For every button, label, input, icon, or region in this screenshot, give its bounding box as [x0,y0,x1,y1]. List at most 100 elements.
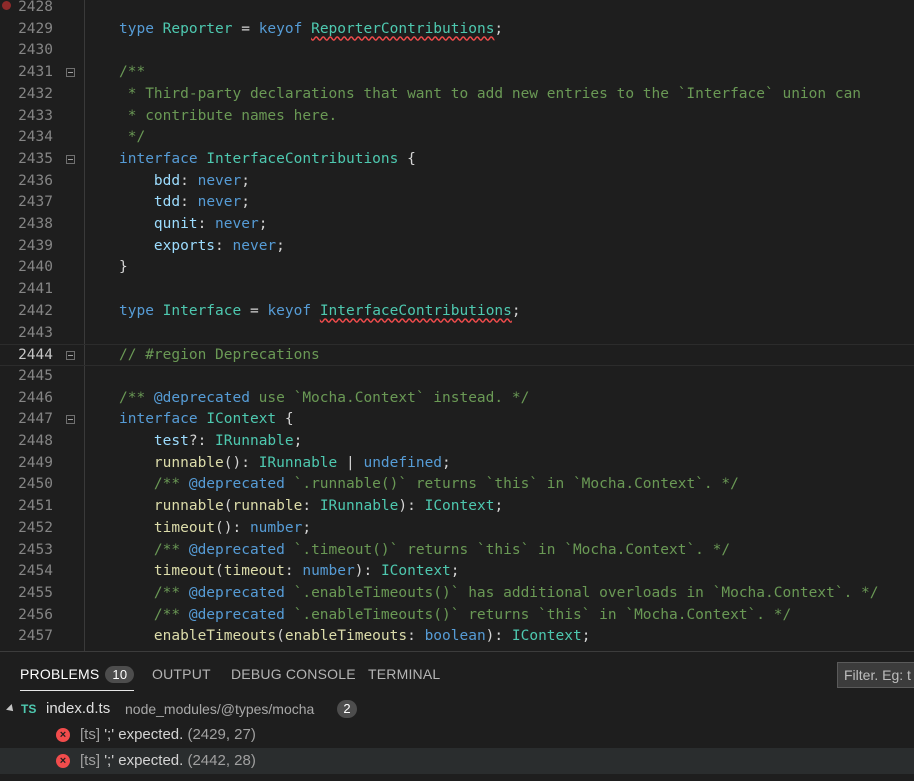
line-number: 2432 [18,85,53,102]
code-line[interactable]: 2449 runnable(): IRunnable | undefined; [0,453,914,475]
code-line[interactable]: 2433 * contribute names here. [0,106,914,128]
line-number: 2453 [18,541,53,558]
file-path: node_modules/@types/mocha [125,701,315,717]
line-code: enableTimeouts(enableTimeouts: boolean):… [153,628,591,645]
breakpoint-icon[interactable] [2,1,11,10]
code-line[interactable]: 2434 */ [0,127,914,149]
line-code: runnable(runnable: IRunnable): IContext; [153,498,504,515]
problems-count-badge: 10 [105,666,135,683]
error-icon: × [56,754,70,768]
fold-collapse-icon[interactable] [66,154,75,164]
tab-output[interactable]: OUTPUT [152,666,211,682]
line-number: 2438 [18,216,53,232]
line-number: 2441 [18,281,53,298]
line-code: type Reporter = keyof ReporterContributi… [119,20,504,37]
line-code: bdd: never; [153,172,250,189]
problem-message: [ts] ';' expected. (2429, 27) [80,726,256,743]
code-line[interactable]: 2444 // #region Deprecations [0,344,914,366]
code-line[interactable]: 2448 test?: IRunnable; [0,431,914,453]
problem-message: [ts] ';' expected. (2442, 28) [80,752,256,769]
code-line[interactable]: 2454 timeout(timeout: number): IContext; [0,561,914,583]
file-name: index.d.ts [46,700,111,717]
code-line[interactable]: 2457 enableTimeouts(enableTimeouts: bool… [0,626,914,648]
code-line[interactable]: 2429 type Reporter = keyof ReporterContri… [0,19,914,41]
line-code: runnable(): IRunnable | undefined; [153,454,451,471]
problem-row[interactable]: × [ts] ';' expected. (2442, 28) [0,748,914,774]
code-line[interactable]: 2435 interface InterfaceContributions { [0,149,914,171]
panel-tabs: PROBLEMS 10 OUTPUT DEBUG CONSOLE TERMINAL… [0,652,914,698]
line-number: 2440 [18,259,53,276]
line-code: /** @deprecated `.enableTimeouts()` retu… [119,606,792,623]
problem-file-row[interactable]: TS index.d.ts node_modules/@types/mocha … [0,696,914,722]
line-number: 2433 [18,107,53,124]
code-line[interactable]: 2452 timeout(): number; [0,518,914,540]
line-code: * contribute names here. [119,107,338,124]
code-line[interactable]: 2453 /** @deprecated `.timeout()` return… [0,540,914,562]
line-number: 2447 [18,411,53,428]
problems-filter-input[interactable]: Filter. Eg: t [837,662,914,688]
code-line[interactable]: 2456 /** @deprecated `.enableTimeouts()`… [0,605,914,627]
code-line[interactable]: 2432 * Third-party declarations that wan… [0,84,914,106]
line-code: /** [119,64,146,81]
line-number: 2436 [18,172,53,189]
line-code: } [119,259,128,276]
code-line[interactable]: 2437 tdd: never; [0,192,914,214]
code-line[interactable]: 2428 [0,0,914,19]
line-number: 2435 [18,150,53,167]
line-number: 2445 [18,367,53,384]
code-line[interactable]: 2447 interface IContext { [0,409,914,431]
line-number: 2442 [18,302,53,319]
line-code: timeout(): number; [153,519,312,536]
code-line[interactable]: 2450 /** @deprecated `.runnable()` retur… [0,474,914,496]
fold-collapse-icon[interactable] [66,68,75,78]
code-line[interactable]: 2445 [0,366,914,388]
line-number: 2444 [18,347,53,364]
code-line[interactable]: 2439 exports: never; [0,236,914,258]
line-code: interface IContext { [119,411,294,428]
code-line[interactable]: 2443 [0,323,914,345]
line-code: interface InterfaceContributions { [119,150,416,167]
file-problem-count: 2 [337,700,357,718]
line-number: 2448 [18,433,53,449]
code-line[interactable]: 2441 [0,279,914,301]
line-code: qunit: never; [153,216,268,232]
line-code: */ [119,129,146,146]
line-number: 2437 [18,194,53,211]
code-line[interactable]: 2442 type Interface = keyof InterfaceCont… [0,301,914,323]
tab-debug-console[interactable]: DEBUG CONSOLE [231,666,356,682]
code-line[interactable]: 2446 /** @deprecated use `Mocha.Context` … [0,388,914,410]
typescript-file-icon: TS [21,702,37,716]
code-line[interactable]: 2451 runnable(runnable: IRunnable): ICon… [0,496,914,518]
line-number: 2434 [18,129,53,146]
line-number: 2439 [18,237,53,254]
problem-row[interactable]: × [ts] ';' expected. (2429, 27) [0,722,914,748]
line-code: exports: never; [153,237,285,254]
line-code: /** @deprecated `.runnable()` returns `t… [119,476,739,493]
fold-collapse-icon[interactable] [66,415,75,425]
line-code: /** @deprecated `.enableTimeouts()` has … [119,584,879,601]
expand-chevron-icon[interactable] [6,704,16,714]
error-icon: × [56,728,70,742]
line-number: 2452 [18,519,53,536]
line-number: 2454 [18,563,53,580]
line-code: // #region Deprecations [119,347,320,364]
code-line[interactable]: 2436 bdd: never; [0,171,914,193]
tab-problems-label: PROBLEMS [20,666,100,682]
code-line[interactable]: 2455 /** @deprecated `.enableTimeouts()`… [0,583,914,605]
line-code: /** @deprecated `.timeout()` returns `th… [119,541,731,558]
code-line[interactable]: 2431 /** [0,62,914,84]
line-number: 2456 [18,606,53,623]
line-number: 2430 [18,42,53,59]
line-number: 2450 [18,476,53,493]
tab-terminal[interactable]: TERMINAL [368,666,440,682]
code-line[interactable]: 2430 [0,40,914,62]
line-code: tdd: never; [153,194,250,211]
code-line[interactable]: 2438 qunit: never; [0,214,914,236]
tab-problems[interactable]: PROBLEMS 10 [20,666,135,691]
line-code: * Third-party declarations that want to … [119,85,862,102]
code-line[interactable]: 2440} [0,257,914,279]
code-editor[interactable]: 2428 2429 type Reporter = keyof ReporterCo… [0,0,914,651]
line-number: 2455 [18,584,53,601]
line-code: test?: IRunnable; [153,433,303,449]
fold-collapse-icon[interactable] [66,351,75,361]
